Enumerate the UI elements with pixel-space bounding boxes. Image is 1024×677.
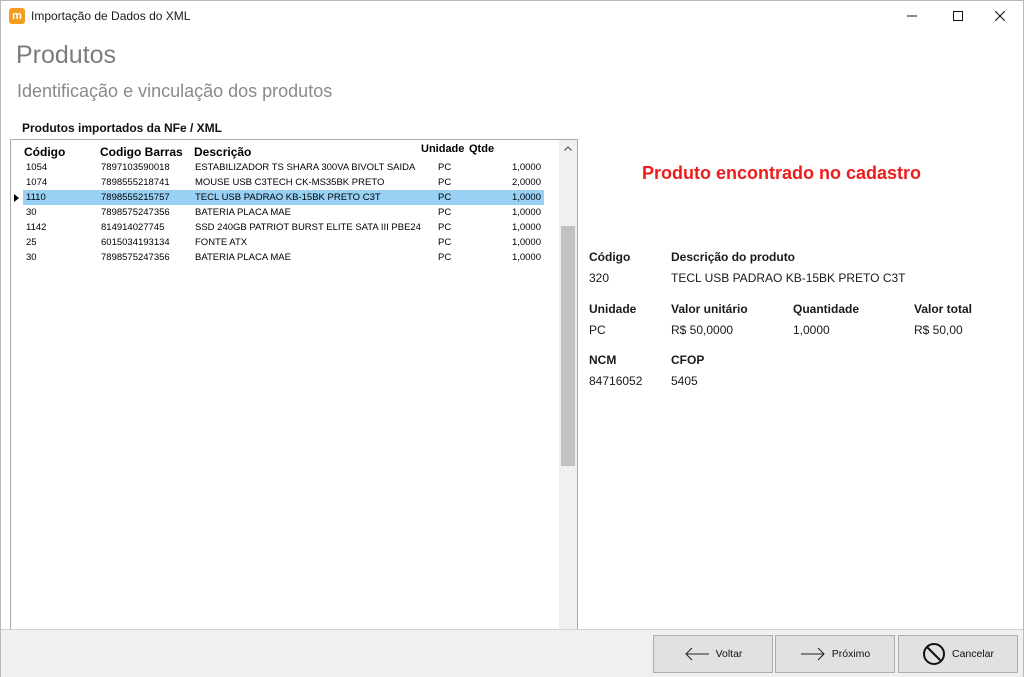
cell-unidade: PC — [438, 192, 452, 203]
prohibited-icon — [922, 643, 945, 665]
scroll-thumb[interactable] — [561, 226, 575, 466]
close-button[interactable] — [977, 1, 1023, 31]
chevron-up-icon — [564, 146, 572, 151]
minimize-button[interactable] — [889, 1, 935, 31]
close-icon — [995, 11, 1005, 21]
voltar-label: Voltar — [715, 648, 743, 660]
cell-qtde: 1,0000 — [511, 192, 541, 203]
title-bar[interactable]: m Importação de Dados do XML — [1, 1, 1023, 31]
cell-qtde: 2,0000 — [511, 177, 541, 188]
page-title: Produtos — [16, 41, 117, 69]
list-caption: Produtos importados da NFe / XML — [22, 121, 223, 135]
app-logo-icon: m — [9, 8, 25, 24]
cell-codigo: 1110 — [26, 192, 46, 203]
table-row[interactable]: 1110 7898555215757 TECL USB PADRAO KB-15BK… — [23, 190, 544, 205]
cell-codigo-barras: 814914027745 — [101, 222, 165, 233]
cell-codigo: 1054 — [26, 162, 48, 173]
unidade-value: PC — [589, 323, 606, 337]
header-codigo-barras[interactable]: Codigo Barras — [100, 145, 183, 159]
table-row[interactable]: 1074 7898555218741 MOUSE USB C3TECH CK-MS3… — [11, 175, 559, 190]
quantidade-label: Quantidade — [793, 302, 860, 316]
table-row[interactable]: 25 6015034193134 FONTE ATX PC 1,0000 — [11, 235, 559, 250]
table-row[interactable]: 1142 814914027745 SSD 240GB PATRIOT BURST … — [11, 220, 559, 235]
list-scrollbar[interactable] — [559, 140, 577, 649]
products-list[interactable]: Código Codigo Barras Descrição Unidade Q… — [10, 139, 578, 650]
cell-qtde: 1,0000 — [511, 207, 541, 218]
cell-qtde: 1,0000 — [511, 252, 541, 263]
ncm-label: NCM — [589, 353, 617, 367]
cell-qtde: 1,0000 — [511, 162, 541, 173]
arrow-left-icon — [684, 647, 709, 661]
cell-qtde: 1,0000 — [511, 222, 541, 233]
ncm-value: 84716052 — [589, 374, 643, 388]
cfop-value: 5405 — [671, 374, 698, 388]
cell-codigo: 1074 — [26, 177, 48, 188]
cell-descricao: ESTABILIZADOR TS SHARA 300VA BIVOLT SAID… — [195, 162, 416, 173]
valor-total-value: R$ 50,00 — [914, 323, 963, 337]
voltar-button[interactable]: Voltar — [653, 635, 773, 673]
cancelar-label: Cancelar — [951, 648, 995, 660]
cfop-label: CFOP — [671, 353, 705, 367]
valor-unitario-label: Valor unitário — [671, 302, 748, 316]
cell-codigo-barras: 7898555218741 — [101, 177, 170, 188]
current-row-indicator-icon — [14, 194, 19, 202]
cell-descricao: TECL USB PADRAO KB-15BK PRETO C3T — [195, 192, 381, 203]
maximize-button[interactable] — [935, 1, 981, 31]
header-qtde[interactable]: Qtde — [469, 143, 494, 155]
cell-descricao: BATERIA PLACA MAE — [195, 252, 291, 263]
cell-codigo-barras: 6015034193134 — [101, 237, 170, 248]
cell-codigo-barras: 7898575247356 — [101, 252, 170, 263]
main-area: Produtos Identificação e vinculação dos … — [1, 31, 1023, 650]
cell-unidade: PC — [438, 237, 452, 248]
valor-total-label: Valor total — [914, 302, 973, 316]
product-found-status: Produto encontrado no cadastro — [642, 163, 922, 183]
cell-codigo: 30 — [26, 207, 37, 218]
unidade-label: Unidade — [589, 302, 637, 316]
header-unidade[interactable]: Unidade — [421, 143, 464, 155]
valor-unitario-value: R$ 50,0000 — [671, 323, 734, 337]
quantidade-value: 1,0000 — [793, 323, 830, 337]
cell-qtde: 1,0000 — [511, 237, 541, 248]
table-row[interactable]: 30 7898575247356 BATERIA PLACA MAE PC 1,0000 — [11, 250, 559, 265]
cancelar-button[interactable]: Cancelar — [898, 635, 1018, 673]
cell-codigo: 1142 — [26, 222, 47, 233]
cell-codigo-barras: 7898575247356 — [101, 207, 170, 218]
cell-descricao: FONTE ATX — [195, 237, 248, 248]
cell-unidade: PC — [438, 162, 452, 173]
codigo-value: 320 — [589, 271, 610, 285]
descricao-label: Descrição do produto — [671, 250, 796, 264]
scroll-up-button[interactable] — [559, 140, 577, 157]
proximo-button[interactable]: Próximo — [775, 635, 895, 673]
footer-bar: Voltar Próximo Cancelar — [1, 630, 1023, 677]
cell-unidade: PC — [438, 222, 452, 233]
cell-unidade: PC — [438, 177, 452, 188]
cell-descricao: SSD 240GB PATRIOT BURST ELITE SATA III P… — [195, 222, 421, 233]
header-codigo[interactable]: Código — [24, 145, 65, 159]
maximize-icon — [953, 11, 963, 21]
cell-codigo: 25 — [26, 237, 37, 248]
cell-codigo-barras: 7897103590018 — [101, 162, 170, 173]
descricao-value: TECL USB PADRAO KB-15BK PRETO C3T — [671, 271, 906, 285]
minimize-icon — [907, 15, 917, 17]
page-subtitle: Identificação e vinculação dos produtos — [17, 81, 333, 101]
cell-codigo-barras: 7898555215757 — [101, 192, 170, 203]
window-title: Importação de Dados do XML — [31, 9, 191, 23]
codigo-label: Código — [589, 250, 631, 264]
arrow-right-icon — [800, 647, 825, 661]
table-row[interactable]: 1054 7897103590018 ESTABILIZADOR TS SHARA … — [11, 160, 559, 175]
import-window: m Importação de Dados do XML Produtos Id… — [0, 0, 1024, 677]
list-header: Código Codigo Barras Descrição Unidade Q… — [11, 140, 559, 160]
cell-codigo: 30 — [26, 252, 37, 263]
proximo-label: Próximo — [831, 648, 871, 660]
cell-unidade: PC — [438, 252, 452, 263]
header-descricao[interactable]: Descrição — [194, 145, 251, 159]
cell-descricao: BATERIA PLACA MAE — [195, 207, 291, 218]
cell-unidade: PC — [438, 207, 452, 218]
cell-descricao: MOUSE USB C3TECH CK-MS35BK PRETO — [195, 177, 385, 188]
table-row[interactable]: 30 7898575247356 BATERIA PLACA MAE PC 1,0000 — [11, 205, 559, 220]
